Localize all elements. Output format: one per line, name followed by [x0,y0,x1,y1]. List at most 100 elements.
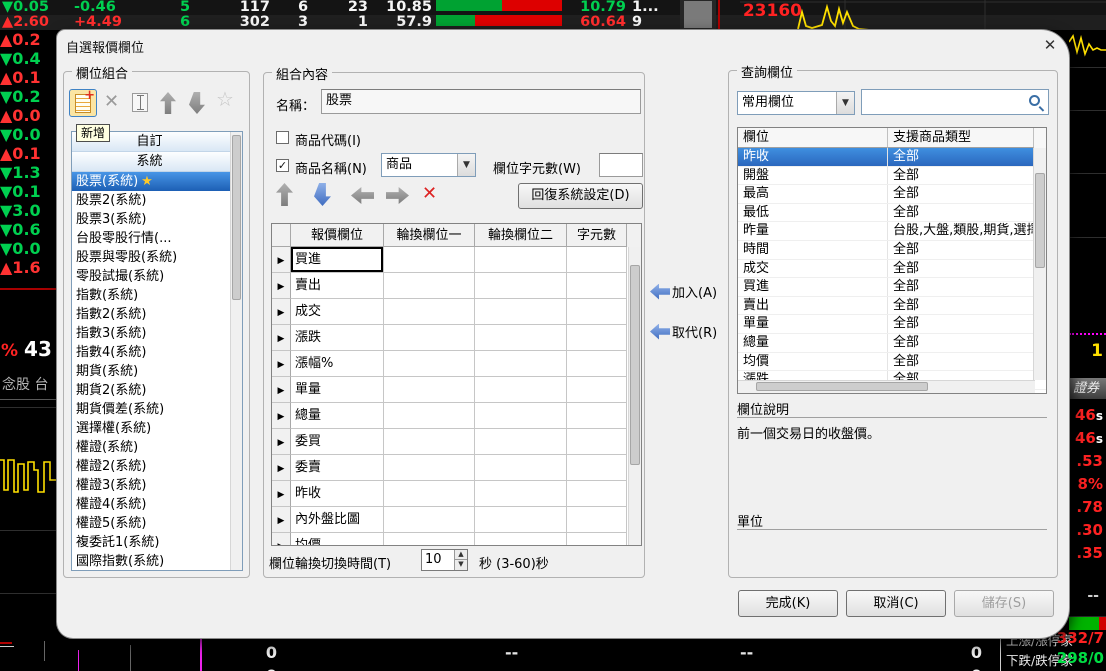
cancel-button[interactable]: 取消(C) [846,590,946,617]
new-set-button[interactable]: + [69,89,97,117]
table-row[interactable]: 買進 全部 [738,278,1046,297]
column-header[interactable]: 輪換欄位一 [384,224,475,247]
list-item[interactable]: 權證5(系統) [72,514,230,533]
table-row[interactable]: ▶ 賣出 [272,273,641,299]
list-item[interactable]: 期貨2(系統) [72,381,230,400]
row-selector[interactable]: ▶ [272,429,291,455]
column-header[interactable]: 字元數 [567,224,627,247]
row-up-icon[interactable] [276,183,293,206]
table-row[interactable]: 開盤 全部 [738,167,1046,186]
delete-set-icon[interactable]: ✕ [104,91,119,112]
name-input[interactable]: 股票 [321,89,641,114]
list-scrollbar-thumb[interactable] [232,135,241,300]
table-row[interactable]: 賣出 全部 [738,297,1046,316]
col-left-icon[interactable] [351,187,374,204]
list-item[interactable]: 權證(系統) [72,438,230,457]
search-icon[interactable] [1029,95,1040,106]
table-row[interactable]: ▶ 漲幅% [272,351,641,377]
table-row[interactable]: 昨收 全部 [738,148,1046,167]
list-item[interactable]: 台股零股行情(... [72,229,230,248]
table-row[interactable]: 最低 全部 [738,204,1046,223]
restore-defaults-button[interactable]: 回復系統設定(D) [518,183,643,209]
list-item[interactable]: 指數2(系統) [72,305,230,324]
list-item[interactable]: 股票2(系統) [72,191,230,210]
table-row[interactable]: 昨量 台股,大盤,類股,期貨,選擇權 [738,222,1046,241]
chevron-down-icon[interactable]: ▼ [836,92,854,114]
background-scrollbar-thumb[interactable] [684,1,712,28]
list-item[interactable]: 權證4(系統) [72,495,230,514]
row-selector[interactable]: ▶ [272,325,291,351]
table-row[interactable]: 時間 全部 [738,241,1046,260]
table-row[interactable]: 總量 全部 [738,334,1046,353]
list-item[interactable]: 股票3(系統) [72,210,230,229]
spin-up-icon[interactable]: ▲ [454,550,467,560]
list-item[interactable]: 股票與零股(系統) [72,248,230,267]
list-item[interactable]: 期貨(系統) [72,362,230,381]
list-item[interactable]: 權證2(系統) [72,457,230,476]
col-right-icon[interactable] [386,187,409,204]
rotate-time-spinner[interactable]: 10 ▲ ▼ [421,549,468,571]
favorite-star-icon[interactable]: ☆ [216,87,234,111]
table-row[interactable]: ▶ 委賣 [272,455,641,481]
move-down-icon[interactable] [189,92,205,114]
close-icon[interactable]: ✕ [1039,35,1061,55]
table-row[interactable]: 均價 全部 [738,353,1046,372]
row-selector[interactable]: ▶ [272,247,291,273]
chevron-down-icon[interactable]: ▼ [457,154,475,176]
product-name-checkbox[interactable]: ✓ [276,159,289,172]
list-item[interactable]: 期貨價差(系統) [72,400,230,419]
query-h-scrollbar[interactable] [738,380,1035,393]
table-row[interactable]: 成交 全部 [738,260,1046,279]
table-row[interactable]: ▶ 委買 [272,429,641,455]
list-item[interactable]: 選擇權(系統) [72,419,230,438]
query-v-scrollbar-thumb[interactable] [1035,173,1045,268]
table-scrollbar-thumb[interactable] [630,265,640,465]
query-h-scrollbar-thumb[interactable] [756,382,928,391]
securities-tab[interactable]: 證券 [1069,378,1106,399]
category-select[interactable]: 常用欄位 ▼ [737,91,855,115]
table-row[interactable]: ▶ 內外盤比圖 [272,507,641,533]
list-item[interactable]: 零股試撮(系統) [72,267,230,286]
row-down-icon[interactable] [314,183,331,206]
rename-set-icon[interactable] [132,93,148,112]
query-v-scrollbar[interactable] [1033,148,1046,380]
table-row[interactable]: ▶ 均價 [272,533,641,546]
row-selector[interactable]: ▶ [272,377,291,403]
row-selector[interactable]: ▶ [272,481,291,507]
table-row[interactable]: ▶ 昨收 [272,481,641,507]
column-header[interactable]: 欄位 [738,128,888,148]
column-header[interactable]: 報價欄位 [291,224,384,247]
table-row[interactable]: ▶ 單量 [272,377,641,403]
table-scrollbar[interactable] [628,247,641,545]
list-item[interactable]: 複委託1(系統) [72,533,230,552]
table-row[interactable]: 最高 全部 [738,185,1046,204]
table-row[interactable]: ▶ 成交 [272,299,641,325]
row-selector[interactable]: ▶ [272,299,291,325]
spin-down-icon[interactable]: ▼ [454,560,467,570]
list-item[interactable]: 指數4(系統) [72,343,230,362]
row-selector[interactable]: ▶ [272,273,291,299]
list-item[interactable]: 系統 [72,152,230,172]
list-item[interactable]: 權證3(系統) [72,476,230,495]
list-item[interactable]: 指數3(系統) [72,324,230,343]
product-select[interactable]: 商品 ▼ [381,153,476,177]
table-row[interactable]: ▶ 買進 [272,247,641,273]
table-row[interactable]: ▶ 總量 [272,403,641,429]
list-scrollbar[interactable] [230,132,242,570]
remove-field-icon[interactable]: ✕ [422,183,437,204]
row-selector[interactable]: ▶ [272,351,291,377]
product-code-checkbox[interactable] [276,131,289,144]
row-selector[interactable]: ▶ [272,507,291,533]
table-row[interactable]: 單量 全部 [738,315,1046,334]
row-selector[interactable]: ▶ [272,455,291,481]
save-button[interactable]: 儲存(S) [954,590,1054,617]
column-header[interactable]: 輪換欄位二 [475,224,567,247]
done-button[interactable]: 完成(K) [738,590,838,617]
move-up-icon[interactable] [160,92,176,114]
search-input[interactable] [861,89,1049,115]
column-header[interactable]: 支援商品類型 [888,128,1034,148]
row-selector[interactable]: ▶ [272,533,291,546]
list-item[interactable]: 指數(系統) [72,286,230,305]
list-item[interactable]: 國際指數(系統) [72,552,230,571]
list-item[interactable]: 股票(系統)★ [72,172,230,191]
